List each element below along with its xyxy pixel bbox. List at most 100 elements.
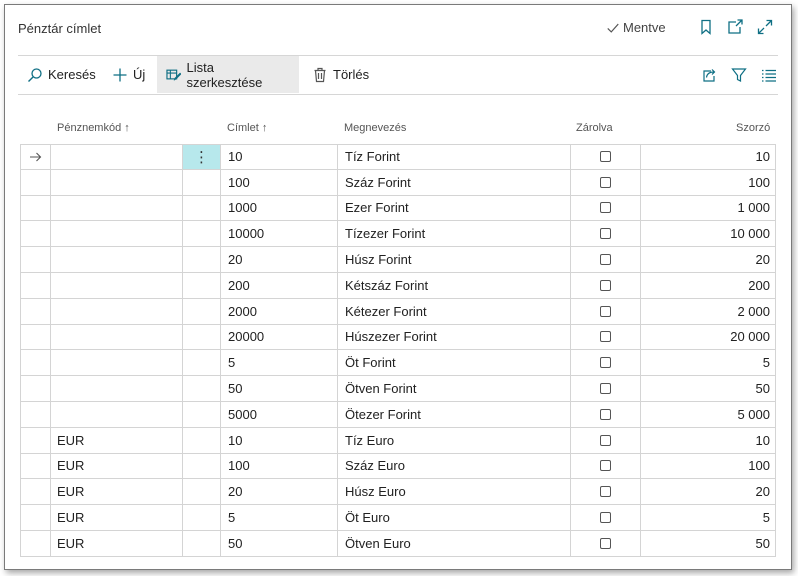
row-selector[interactable] — [20, 427, 50, 453]
denomination-cell[interactable]: 5 — [220, 505, 337, 530]
multiplier-cell[interactable]: 20 000 — [640, 324, 776, 350]
description-cell[interactable]: Tíz Euro — [337, 427, 570, 453]
row-menu-button[interactable] — [182, 376, 220, 401]
denomination-cell[interactable]: 20 — [220, 247, 337, 272]
row-menu-button[interactable] — [182, 530, 220, 556]
column-header-locked[interactable]: Zárolva — [576, 122, 613, 134]
table-row[interactable]: 5 Öt Forint 5 — [20, 350, 776, 377]
edit-list-button[interactable]: Lista szerkesztése — [157, 56, 299, 93]
filter-icon[interactable] — [730, 66, 748, 84]
denomination-cell[interactable]: 10 — [220, 427, 337, 453]
table-row[interactable]: 5000 Ötezer Forint 5 000 — [20, 401, 776, 428]
row-selector[interactable] — [20, 298, 50, 324]
row-menu-button[interactable] — [182, 350, 220, 376]
currency-code-cell[interactable]: EUR — [50, 427, 182, 453]
table-row[interactable]: 200 Kétszáz Forint 200 — [20, 272, 776, 299]
locked-checkbox[interactable] — [600, 305, 611, 317]
row-selector[interactable] — [20, 376, 50, 401]
multiplier-cell[interactable]: 100 — [640, 453, 776, 479]
currency-code-cell[interactable] — [50, 272, 182, 298]
row-selector[interactable] — [20, 350, 50, 376]
description-cell[interactable]: Húsz Euro — [337, 479, 570, 505]
currency-code-cell[interactable] — [50, 221, 182, 247]
description-cell[interactable]: Öt Euro — [337, 505, 570, 530]
delete-button[interactable]: Törlés — [303, 56, 378, 93]
row-menu-button[interactable]: ⋮ — [182, 145, 220, 169]
currency-code-cell[interactable] — [50, 401, 182, 427]
locked-checkbox[interactable] — [600, 512, 611, 524]
table-row[interactable]: 2000 Kétezer Forint 2 000 — [20, 298, 776, 325]
currency-code-cell[interactable] — [50, 195, 182, 221]
row-menu-button[interactable] — [182, 221, 220, 247]
description-cell[interactable]: Öt Forint — [337, 350, 570, 376]
open-in-new-window-icon[interactable] — [726, 18, 744, 36]
column-header-currency-code[interactable]: Pénznemkód ↑ — [57, 122, 130, 134]
currency-code-cell[interactable] — [50, 298, 182, 324]
multiplier-cell[interactable]: 5 — [640, 350, 776, 376]
row-menu-button[interactable] — [182, 505, 220, 530]
row-menu-button[interactable] — [182, 298, 220, 324]
description-cell[interactable]: Ezer Forint — [337, 195, 570, 221]
description-cell[interactable]: Tízezer Forint — [337, 221, 570, 247]
row-selector[interactable] — [20, 453, 50, 479]
description-cell[interactable]: Kétszáz Forint — [337, 272, 570, 298]
locked-checkbox[interactable] — [600, 228, 611, 240]
search-button[interactable]: Keresés — [18, 56, 105, 93]
description-cell[interactable]: Kétezer Forint — [337, 298, 570, 324]
multiplier-cell[interactable]: 10 000 — [640, 221, 776, 247]
description-cell[interactable]: Húsz Forint — [337, 247, 570, 272]
new-button[interactable]: Új — [103, 56, 154, 93]
currency-code-cell[interactable] — [50, 169, 182, 195]
denomination-cell[interactable]: 10 — [220, 145, 337, 169]
multiplier-cell[interactable]: 20 — [640, 479, 776, 505]
row-menu-button[interactable] — [182, 247, 220, 272]
denomination-cell[interactable]: 1000 — [220, 195, 337, 221]
currency-code-cell[interactable]: EUR — [50, 530, 182, 556]
column-header-denomination[interactable]: Címlet ↑ — [227, 122, 267, 134]
multiplier-cell[interactable]: 1 000 — [640, 195, 776, 221]
denomination-cell[interactable]: 20 — [220, 479, 337, 505]
row-menu-button[interactable] — [182, 401, 220, 427]
description-cell[interactable]: Tíz Forint — [337, 145, 570, 169]
locked-checkbox[interactable] — [600, 357, 611, 369]
multiplier-cell[interactable]: 2 000 — [640, 298, 776, 324]
locked-checkbox[interactable] — [600, 486, 611, 498]
row-selector[interactable] — [20, 479, 50, 505]
table-row[interactable]: EUR 100 Száz Euro 100 — [20, 453, 776, 480]
table-row[interactable]: 10000 Tízezer Forint 10 000 — [20, 221, 776, 248]
locked-checkbox[interactable] — [600, 176, 611, 188]
currency-code-cell[interactable]: EUR — [50, 505, 182, 530]
row-menu-button[interactable] — [182, 169, 220, 195]
table-row[interactable]: 20 Húsz Forint 20 — [20, 247, 776, 273]
currency-code-cell[interactable] — [50, 145, 182, 169]
denomination-cell[interactable]: 20000 — [220, 324, 337, 350]
table-row[interactable]: EUR 5 Öt Euro 5 — [20, 505, 776, 531]
row-selector[interactable] — [20, 221, 50, 247]
multiplier-cell[interactable]: 50 — [640, 530, 776, 556]
row-selector[interactable] — [20, 530, 50, 556]
multiplier-cell[interactable]: 100 — [640, 169, 776, 195]
locked-checkbox[interactable] — [600, 408, 611, 420]
table-row[interactable]: EUR 20 Húsz Euro 20 — [20, 479, 776, 506]
currency-code-cell[interactable] — [50, 247, 182, 272]
list-view-icon[interactable] — [760, 66, 778, 84]
row-selector[interactable] — [20, 195, 50, 221]
description-cell[interactable]: Ötven Forint — [337, 376, 570, 401]
multiplier-cell[interactable]: 200 — [640, 272, 776, 298]
row-selector[interactable] — [20, 272, 50, 298]
locked-checkbox[interactable] — [600, 460, 611, 472]
multiplier-cell[interactable]: 10 — [640, 145, 776, 169]
multiplier-cell[interactable]: 50 — [640, 376, 776, 401]
row-selector[interactable] — [20, 324, 50, 350]
description-cell[interactable]: Ötven Euro — [337, 530, 570, 556]
row-menu-button[interactable] — [182, 272, 220, 298]
row-selector[interactable] — [20, 169, 50, 195]
locked-checkbox[interactable] — [600, 151, 611, 163]
row-menu-button[interactable] — [182, 324, 220, 350]
locked-checkbox[interactable] — [600, 279, 611, 291]
denomination-cell[interactable]: 2000 — [220, 298, 337, 324]
multiplier-cell[interactable]: 5 — [640, 505, 776, 530]
currency-code-cell[interactable] — [50, 376, 182, 401]
column-header-description[interactable]: Megnevezés — [344, 122, 406, 134]
table-row[interactable]: 100 Száz Forint 100 — [20, 169, 776, 196]
